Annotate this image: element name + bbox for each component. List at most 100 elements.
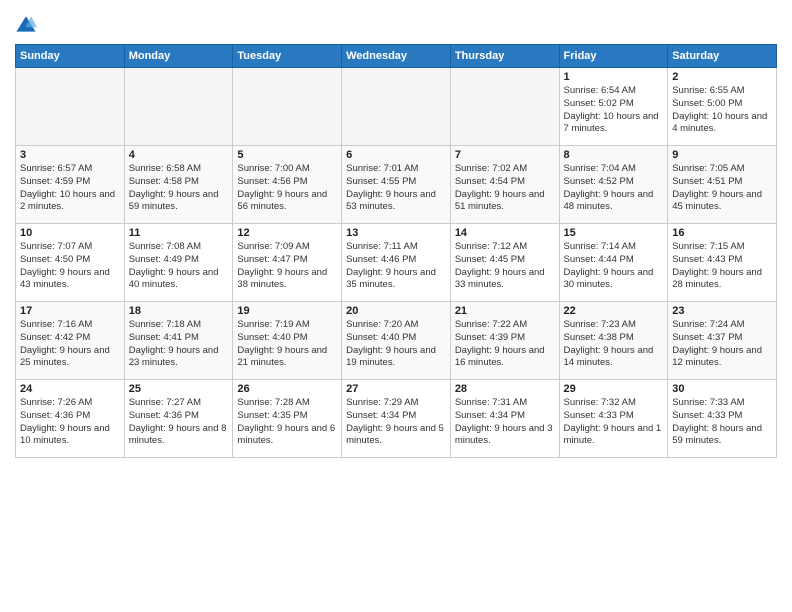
- calendar-cell: 24 Sunrise: 7:26 AM Sunset: 4:36 PM Dayli…: [16, 380, 125, 458]
- calendar-cell: 5 Sunrise: 7:00 AM Sunset: 4:56 PM Daylig…: [233, 146, 342, 224]
- day-number: 20: [346, 305, 446, 317]
- calendar-cell: 9 Sunrise: 7:05 AM Sunset: 4:51 PM Daylig…: [668, 146, 777, 224]
- day-info: Sunrise: 7:33 AM Sunset: 4:33 PM Dayligh…: [672, 397, 772, 448]
- day-info: Sunrise: 7:27 AM Sunset: 4:36 PM Dayligh…: [129, 397, 229, 448]
- day-info: Sunrise: 7:29 AM Sunset: 4:34 PM Dayligh…: [346, 397, 446, 448]
- day-info: Sunrise: 7:09 AM Sunset: 4:47 PM Dayligh…: [237, 241, 337, 292]
- day-info: Sunrise: 7:24 AM Sunset: 4:37 PM Dayligh…: [672, 319, 772, 370]
- calendar-cell: 1Sunrise: 6:54 AM Sunset: 5:02 PM Daylig…: [559, 68, 668, 146]
- calendar-cell: 2 Sunrise: 6:55 AM Sunset: 5:00 PM Daylig…: [668, 68, 777, 146]
- calendar-cell: [233, 68, 342, 146]
- calendar-weekday-tuesday: Tuesday: [233, 45, 342, 68]
- day-info: Sunrise: 7:26 AM Sunset: 4:36 PM Dayligh…: [20, 397, 120, 448]
- day-number: 1: [564, 71, 664, 83]
- day-info: Sunrise: 6:58 AM Sunset: 4:58 PM Dayligh…: [129, 163, 229, 214]
- day-info: Sunrise: 7:32 AM Sunset: 4:33 PM Dayligh…: [564, 397, 664, 448]
- day-number: 4: [129, 149, 229, 161]
- calendar-weekday-wednesday: Wednesday: [342, 45, 451, 68]
- calendar-weekday-monday: Monday: [124, 45, 233, 68]
- day-info: Sunrise: 6:57 AM Sunset: 4:59 PM Dayligh…: [20, 163, 120, 214]
- calendar-cell: 29 Sunrise: 7:32 AM Sunset: 4:33 PM Dayli…: [559, 380, 668, 458]
- day-info: Sunrise: 7:01 AM Sunset: 4:55 PM Dayligh…: [346, 163, 446, 214]
- logo: [15, 14, 41, 36]
- day-info: Sunrise: 7:00 AM Sunset: 4:56 PM Dayligh…: [237, 163, 337, 214]
- calendar-cell: 7 Sunrise: 7:02 AM Sunset: 4:54 PM Daylig…: [450, 146, 559, 224]
- day-info: Sunrise: 7:23 AM Sunset: 4:38 PM Dayligh…: [564, 319, 664, 370]
- day-info: Sunrise: 7:11 AM Sunset: 4:46 PM Dayligh…: [346, 241, 446, 292]
- calendar-cell: 8 Sunrise: 7:04 AM Sunset: 4:52 PM Daylig…: [559, 146, 668, 224]
- calendar-header-row: SundayMondayTuesdayWednesdayThursdayFrid…: [16, 45, 777, 68]
- day-number: 18: [129, 305, 229, 317]
- day-number: 8: [564, 149, 664, 161]
- calendar-cell: 22 Sunrise: 7:23 AM Sunset: 4:38 PM Dayli…: [559, 302, 668, 380]
- day-info: Sunrise: 7:18 AM Sunset: 4:41 PM Dayligh…: [129, 319, 229, 370]
- calendar-week-3: 10Sunrise: 7:07 AM Sunset: 4:50 PM Dayli…: [16, 224, 777, 302]
- calendar-weekday-friday: Friday: [559, 45, 668, 68]
- calendar-week-2: 3 Sunrise: 6:57 AM Sunset: 4:59 PM Daylig…: [16, 146, 777, 224]
- calendar-cell: [124, 68, 233, 146]
- day-info: Sunrise: 7:02 AM Sunset: 4:54 PM Dayligh…: [455, 163, 555, 214]
- day-number: 21: [455, 305, 555, 317]
- calendar-cell: [450, 68, 559, 146]
- calendar-cell: 19Sunrise: 7:19 AM Sunset: 4:40 PM Dayli…: [233, 302, 342, 380]
- calendar-cell: 13 Sunrise: 7:11 AM Sunset: 4:46 PM Dayli…: [342, 224, 451, 302]
- day-info: Sunrise: 7:12 AM Sunset: 4:45 PM Dayligh…: [455, 241, 555, 292]
- calendar-cell: [342, 68, 451, 146]
- calendar-cell: 26 Sunrise: 7:28 AM Sunset: 4:35 PM Dayli…: [233, 380, 342, 458]
- day-number: 6: [346, 149, 446, 161]
- calendar-table: SundayMondayTuesdayWednesdayThursdayFrid…: [15, 44, 777, 458]
- calendar-cell: 11 Sunrise: 7:08 AM Sunset: 4:49 PM Dayli…: [124, 224, 233, 302]
- calendar-cell: 17 Sunrise: 7:16 AM Sunset: 4:42 PM Dayli…: [16, 302, 125, 380]
- day-info: Sunrise: 7:16 AM Sunset: 4:42 PM Dayligh…: [20, 319, 120, 370]
- day-number: 26: [237, 383, 337, 395]
- day-info: Sunrise: 7:05 AM Sunset: 4:51 PM Dayligh…: [672, 163, 772, 214]
- calendar-cell: 27 Sunrise: 7:29 AM Sunset: 4:34 PM Dayli…: [342, 380, 451, 458]
- day-number: 24: [20, 383, 120, 395]
- day-number: 25: [129, 383, 229, 395]
- calendar-weekday-saturday: Saturday: [668, 45, 777, 68]
- calendar-cell: 18 Sunrise: 7:18 AM Sunset: 4:41 PM Dayli…: [124, 302, 233, 380]
- calendar-week-5: 24 Sunrise: 7:26 AM Sunset: 4:36 PM Dayli…: [16, 380, 777, 458]
- calendar-cell: 12 Sunrise: 7:09 AM Sunset: 4:47 PM Dayli…: [233, 224, 342, 302]
- day-number: 29: [564, 383, 664, 395]
- header: [15, 10, 777, 36]
- calendar-cell: 14 Sunrise: 7:12 AM Sunset: 4:45 PM Dayli…: [450, 224, 559, 302]
- day-info: Sunrise: 6:55 AM Sunset: 5:00 PM Dayligh…: [672, 85, 772, 136]
- day-number: 3: [20, 149, 120, 161]
- calendar-week-1: 1Sunrise: 6:54 AM Sunset: 5:02 PM Daylig…: [16, 68, 777, 146]
- calendar-cell: 21 Sunrise: 7:22 AM Sunset: 4:39 PM Dayli…: [450, 302, 559, 380]
- calendar-cell: 4 Sunrise: 6:58 AM Sunset: 4:58 PM Daylig…: [124, 146, 233, 224]
- day-number: 16: [672, 227, 772, 239]
- calendar-cell: 30 Sunrise: 7:33 AM Sunset: 4:33 PM Dayli…: [668, 380, 777, 458]
- day-number: 5: [237, 149, 337, 161]
- calendar-cell: 20Sunrise: 7:20 AM Sunset: 4:40 PM Dayli…: [342, 302, 451, 380]
- logo-icon: [15, 14, 37, 36]
- day-number: 9: [672, 149, 772, 161]
- calendar-cell: 23 Sunrise: 7:24 AM Sunset: 4:37 PM Dayli…: [668, 302, 777, 380]
- day-number: 13: [346, 227, 446, 239]
- day-info: Sunrise: 7:15 AM Sunset: 4:43 PM Dayligh…: [672, 241, 772, 292]
- day-info: Sunrise: 7:28 AM Sunset: 4:35 PM Dayligh…: [237, 397, 337, 448]
- day-number: 10: [20, 227, 120, 239]
- day-info: Sunrise: 7:22 AM Sunset: 4:39 PM Dayligh…: [455, 319, 555, 370]
- day-info: Sunrise: 7:04 AM Sunset: 4:52 PM Dayligh…: [564, 163, 664, 214]
- day-number: 7: [455, 149, 555, 161]
- day-number: 17: [20, 305, 120, 317]
- day-number: 11: [129, 227, 229, 239]
- calendar-cell: 15Sunrise: 7:14 AM Sunset: 4:44 PM Dayli…: [559, 224, 668, 302]
- day-number: 12: [237, 227, 337, 239]
- calendar-weekday-thursday: Thursday: [450, 45, 559, 68]
- calendar-weekday-sunday: Sunday: [16, 45, 125, 68]
- day-info: Sunrise: 7:14 AM Sunset: 4:44 PM Dayligh…: [564, 241, 664, 292]
- day-number: 14: [455, 227, 555, 239]
- calendar-cell: [16, 68, 125, 146]
- page: SundayMondayTuesdayWednesdayThursdayFrid…: [0, 0, 792, 612]
- calendar-cell: 25 Sunrise: 7:27 AM Sunset: 4:36 PM Dayli…: [124, 380, 233, 458]
- day-info: Sunrise: 7:08 AM Sunset: 4:49 PM Dayligh…: [129, 241, 229, 292]
- day-number: 2: [672, 71, 772, 83]
- day-number: 30: [672, 383, 772, 395]
- day-number: 27: [346, 383, 446, 395]
- calendar-week-4: 17 Sunrise: 7:16 AM Sunset: 4:42 PM Dayli…: [16, 302, 777, 380]
- day-number: 22: [564, 305, 664, 317]
- day-number: 23: [672, 305, 772, 317]
